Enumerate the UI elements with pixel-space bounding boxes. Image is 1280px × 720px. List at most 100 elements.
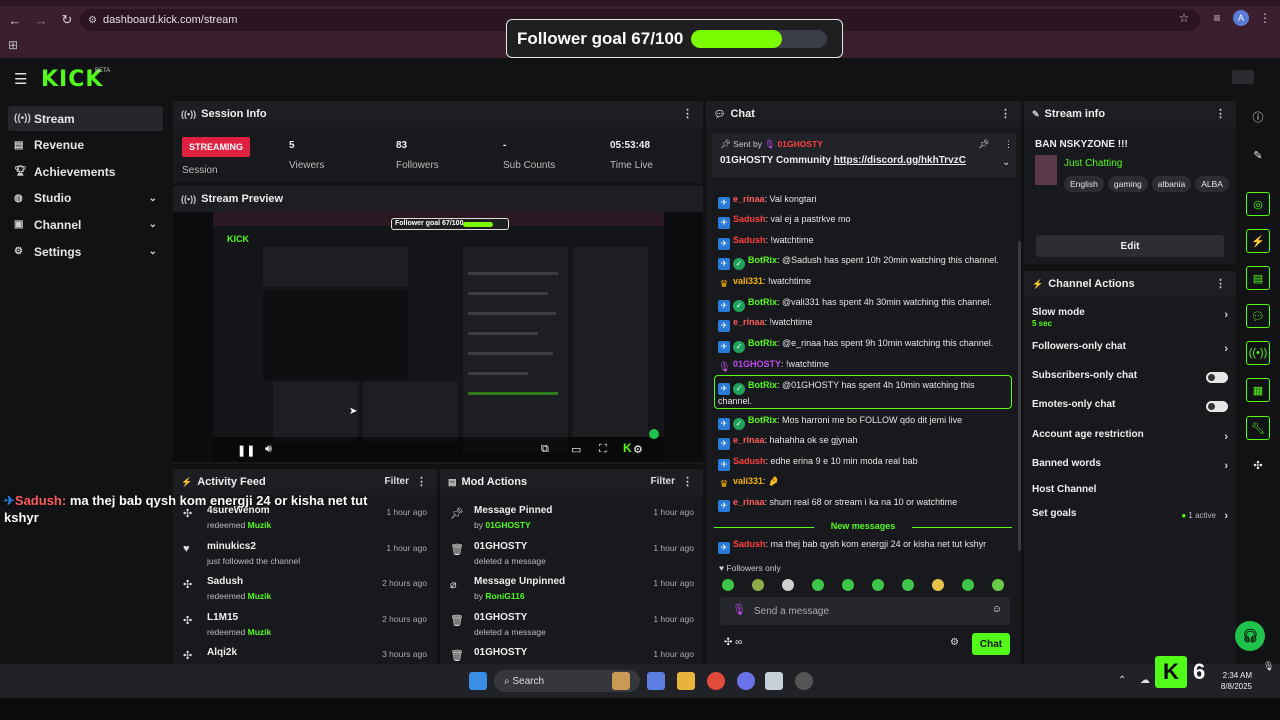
- chat-username[interactable]: BotRix: [748, 255, 777, 265]
- chat-message[interactable]: ✈ ✓ BotRix: @Sadush has spent 10h 20min wa…: [718, 254, 1008, 270]
- chat-username[interactable]: Sadush: [733, 214, 766, 224]
- stream-tag[interactable]: ALBA: [1195, 176, 1229, 192]
- tray-chevron-icon[interactable]: ⌃: [1118, 675, 1126, 686]
- theater-icon[interactable]: ▭: [571, 443, 581, 456]
- chat-message[interactable]: 🎙︎ 01GHOSTY: !watchtime: [718, 358, 1008, 374]
- channel-action-banned-words[interactable]: Banned words ›: [1032, 458, 1228, 478]
- bookmark-star-icon[interactable]: ☆: [1174, 8, 1194, 28]
- channel-action-host-channel[interactable]: Host Channel: [1032, 484, 1228, 504]
- chat-username[interactable]: BotRix: [748, 297, 777, 307]
- site-info-icon[interactable]: ⚙: [88, 15, 97, 26]
- sidebar-item-studio[interactable]: ◍ Studio ⌄: [8, 186, 163, 211]
- chat-username[interactable]: Sadush: [733, 539, 766, 549]
- apps-grid-icon[interactable]: ⊞: [8, 38, 18, 52]
- clipboard-icon[interactable]: ▤: [1246, 266, 1270, 290]
- pinned-link[interactable]: https://discord.gg/hkhTrvzC: [834, 155, 966, 166]
- kick-points-icon[interactable]: ✣ ∞: [724, 637, 742, 648]
- chat-settings-icon[interactable]: ⚙: [950, 637, 959, 648]
- sidebar-item-revenue[interactable]: ▤ Revenue: [8, 133, 163, 158]
- chevron-right-icon[interactable]: ›: [1224, 431, 1228, 443]
- chat-message[interactable]: ✈ ✓ BotRix: @vali331 has spent 4h 30min wa…: [718, 296, 1008, 312]
- chat-username[interactable]: BotRix: [748, 380, 777, 390]
- stream-tag[interactable]: gaming: [1107, 176, 1148, 192]
- channel-action-emotes-only-chat[interactable]: Emotes-only chat: [1032, 399, 1228, 419]
- obs-icon[interactable]: [795, 672, 813, 690]
- discord-icon[interactable]: [737, 672, 755, 690]
- chevron-down-icon[interactable]: ⌄: [1002, 157, 1010, 168]
- chevron-right-icon[interactable]: ›: [1224, 460, 1228, 472]
- chat-message[interactable]: ✈ e_rinaa: hahahha ok se gjynah: [718, 434, 1008, 450]
- chat-message[interactable]: ✈ Sadush: edhe erina 9 e 10 min moda real…: [718, 455, 1008, 471]
- new-messages-divider[interactable]: New messages: [714, 521, 1012, 531]
- layout-icon[interactable]: ▦: [1246, 378, 1270, 402]
- camera-icon[interactable]: ◎: [1246, 192, 1270, 216]
- chat-username[interactable]: vali331: [733, 276, 763, 286]
- stream-tag[interactable]: albania: [1151, 176, 1192, 192]
- chat-send-button[interactable]: Chat: [972, 633, 1010, 655]
- edit-stream-button[interactable]: Edit: [1036, 235, 1224, 257]
- stream-category[interactable]: Just Chatting: [1064, 158, 1122, 169]
- pinned-kebab-icon[interactable]: ⋮: [1004, 139, 1013, 150]
- channel-action-slow-mode[interactable]: Slow mode 5 sec ›: [1032, 307, 1228, 328]
- chat-username[interactable]: e_rinaa: [733, 435, 765, 445]
- chat-message[interactable]: ✈ e_rinaa: !watchtime: [718, 316, 1008, 332]
- emoji-icon[interactable]: ☺: [992, 604, 1002, 615]
- sidebar-item-achievements[interactable]: 🏆︎ Achievements: [8, 159, 163, 184]
- users-icon[interactable]: ✣: [1246, 453, 1270, 477]
- emote-icon[interactable]: [992, 579, 1004, 591]
- user-avatar[interactable]: [1232, 70, 1254, 84]
- chat-username[interactable]: e_rinaa: [733, 194, 765, 204]
- chat-username[interactable]: BotRix: [748, 415, 777, 425]
- pinned-message[interactable]: 📌︎ Sent by 🎙︎ 01GHOSTY 01GHOSTY Communit…: [712, 133, 1016, 177]
- fullscreen-icon[interactable]: ⛶: [599, 443, 607, 456]
- mod-filter-button[interactable]: Filter: [651, 476, 675, 487]
- settings-gear-icon[interactable]: ⚙: [633, 443, 643, 456]
- chat-username[interactable]: Sadush: [733, 235, 766, 245]
- chrome-icon[interactable]: [707, 672, 725, 690]
- sidebar-item-settings[interactable]: ⚙ Settings ⌄: [8, 239, 163, 264]
- emote-icon[interactable]: [812, 579, 824, 591]
- back-icon[interactable]: ←: [4, 9, 26, 31]
- toggle-switch[interactable]: [1206, 372, 1228, 383]
- channel-action-followers-only-chat[interactable]: Followers-only chat ›: [1032, 341, 1228, 361]
- chat-username[interactable]: e_rinaa: [733, 317, 765, 327]
- kebab-menu-icon[interactable]: ⋮: [1215, 107, 1226, 120]
- feed-item-sub-highlight[interactable]: 01GHOSTY: [485, 520, 530, 530]
- chat-message[interactable]: ♛ vali331: !watchtime: [718, 275, 1008, 291]
- emote-icon[interactable]: [782, 579, 794, 591]
- reload-icon[interactable]: ↻: [56, 9, 78, 31]
- chat-message[interactable]: ✈ ✓ BotRix: Mos harroni me bo FOLLOW qdo d…: [718, 414, 1008, 430]
- emote-icon[interactable]: [902, 579, 914, 591]
- kebab-menu-icon[interactable]: ⋮: [1215, 277, 1226, 290]
- chat-username[interactable]: vali331: [733, 476, 763, 486]
- profile-avatar[interactable]: A: [1231, 8, 1251, 28]
- emote-icon[interactable]: [872, 579, 884, 591]
- emote-icon[interactable]: [962, 579, 974, 591]
- forward-icon[interactable]: →: [30, 9, 52, 31]
- windows-start-icon[interactable]: [469, 672, 487, 690]
- chevron-down-icon[interactable]: ⌄: [149, 246, 157, 257]
- browser-menu-icon[interactable]: ⋮: [1255, 8, 1275, 28]
- chat-message[interactable]: ✈ Sadush: !watchtime: [718, 234, 1008, 250]
- feed-item-sub-highlight[interactable]: Muzik: [248, 627, 272, 637]
- toggle-switch[interactable]: [1206, 401, 1228, 412]
- sidebar-item-stream[interactable]: ((•)) Stream: [8, 106, 163, 131]
- kebab-menu-icon[interactable]: ⋮: [1000, 107, 1011, 120]
- kebab-menu-icon[interactable]: ⋮: [682, 475, 693, 488]
- hamburger-menu-icon[interactable]: ☰: [14, 70, 27, 88]
- chat-message[interactable]: ✈ ✓ BotRix: @e_rinaa has spent 9h 10min wa…: [718, 337, 1008, 353]
- chat-scrollbar[interactable]: [1018, 241, 1021, 551]
- chevron-right-icon[interactable]: ›: [1224, 309, 1228, 321]
- broadcast-icon[interactable]: ((•)): [1246, 341, 1270, 365]
- chevron-right-icon[interactable]: ›: [1224, 343, 1228, 355]
- copilot-icon[interactable]: [647, 672, 665, 690]
- kebab-menu-icon[interactable]: ⋮: [682, 107, 693, 120]
- chat-input[interactable]: 🎙︎ Send a message ☺: [720, 597, 1010, 625]
- pencil-icon[interactable]: ✎: [1246, 143, 1270, 167]
- volume-icon[interactable]: 🔊︎: [265, 443, 272, 456]
- file-explorer-icon[interactable]: [677, 672, 695, 690]
- channel-action-set-goals[interactable]: Set goals › ● 1 active: [1032, 508, 1228, 528]
- channel-action-account-age-restriction[interactable]: Account age restriction ›: [1032, 429, 1228, 449]
- chevron-right-icon[interactable]: ›: [1224, 510, 1228, 522]
- kebab-menu-icon[interactable]: ⋮: [416, 475, 427, 488]
